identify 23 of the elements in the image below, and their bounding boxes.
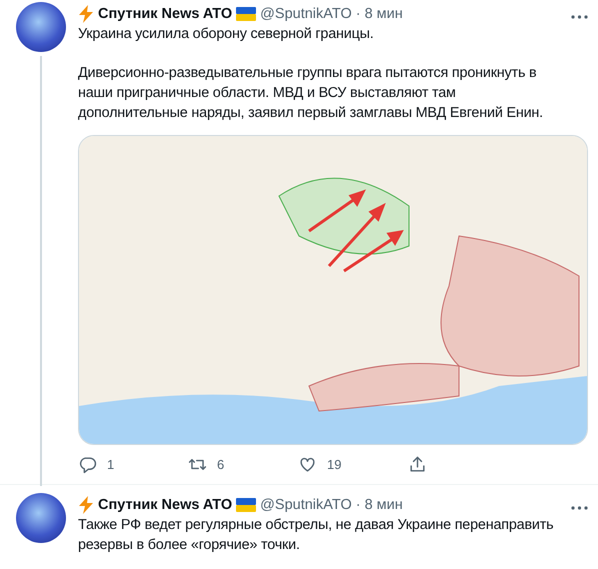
separator-dot: · (356, 6, 361, 22)
lightning-icon (78, 496, 94, 514)
avatar[interactable] (16, 493, 66, 543)
avatar[interactable] (16, 2, 66, 52)
author-handle[interactable]: @SputnikATO (260, 497, 352, 513)
flag-icon (236, 7, 256, 21)
separator-dot: · (356, 497, 361, 513)
author-name[interactable]: Спутник News ATO (98, 6, 232, 22)
tweet-time[interactable]: 8 мин (364, 6, 403, 22)
tweet-text: Также РФ ведет регулярные обстрелы, не давая Украине перенаправить резервы в более «горячие» точки. (78, 516, 554, 555)
tweet-text: Диверсионно-разведывательные группы врага пытаются проникнуть в наши приграничные области. МВД и ВСУ выставляют там дополнительные наряды, заявил первый замглавы МВД Евгений Енин. (78, 64, 544, 123)
reply-button[interactable]: 1 (78, 455, 188, 474)
author-handle[interactable]: @SputnikATO (260, 6, 352, 22)
retweet-button[interactable]: 6 (188, 455, 298, 474)
lightning-icon (78, 5, 94, 23)
flag-icon (236, 498, 256, 512)
author-name[interactable]: Спутник News ATO (98, 497, 232, 513)
reply-icon (78, 455, 97, 474)
tweet-text: Украина усилила оборону северной границы. (78, 25, 375, 44)
tweet-time[interactable]: 8 мин (364, 497, 403, 513)
like-button[interactable]: 19 (298, 455, 408, 474)
heart-icon (298, 455, 317, 474)
share-icon (408, 455, 427, 474)
